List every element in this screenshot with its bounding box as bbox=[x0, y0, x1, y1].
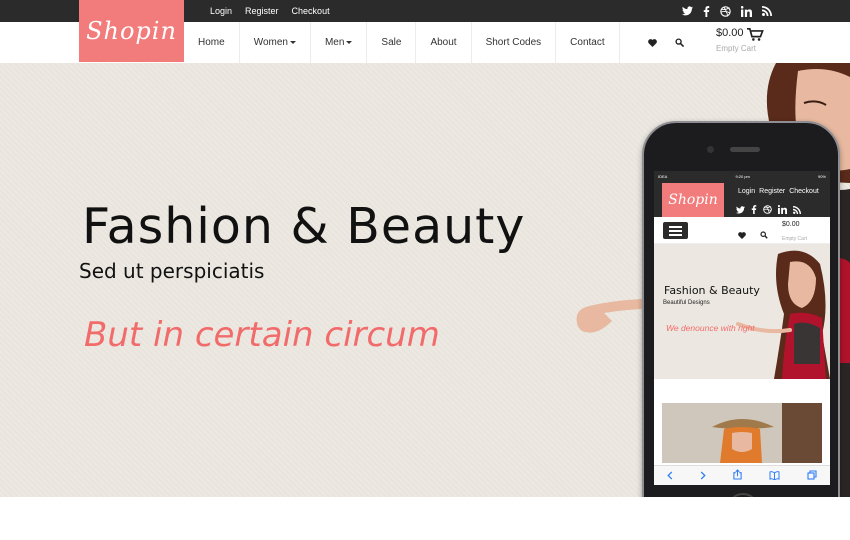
rss-icon[interactable] bbox=[762, 6, 772, 16]
nav-label: About bbox=[430, 37, 457, 48]
nav-item-sale[interactable]: Sale bbox=[367, 22, 417, 63]
nav-item-short-codes[interactable]: Short Codes bbox=[472, 22, 557, 63]
phone-browser-toolbar bbox=[654, 465, 830, 485]
dribbble-icon[interactable] bbox=[720, 5, 731, 17]
login-link[interactable]: Login bbox=[210, 6, 232, 16]
nav-item-women[interactable]: Women bbox=[240, 22, 311, 63]
phone-camera bbox=[707, 146, 714, 153]
phone-screen: IDEA 9:20 pm 90% Shopin Login Register C… bbox=[654, 171, 830, 485]
nav-item-about[interactable]: About bbox=[416, 22, 472, 63]
cart-icon[interactable] bbox=[747, 27, 764, 46]
linkedin-icon[interactable] bbox=[741, 5, 752, 17]
phone-cart-price[interactable]: $0.00 bbox=[782, 221, 800, 228]
register-link[interactable]: Register bbox=[245, 6, 279, 16]
nav-label: Home bbox=[198, 37, 225, 48]
bookmarks-icon[interactable] bbox=[769, 467, 780, 485]
phone-speaker bbox=[730, 147, 760, 152]
phone-logo-text: Shopin bbox=[668, 192, 718, 208]
caret-down-icon bbox=[289, 41, 296, 44]
heart-icon[interactable] bbox=[738, 226, 746, 244]
facebook-icon[interactable] bbox=[703, 5, 710, 17]
nav-tools bbox=[648, 22, 684, 63]
forward-icon[interactable] bbox=[700, 467, 706, 485]
main-nav: Home Women Men Sale About Short Codes Co… bbox=[184, 22, 620, 63]
phone-login-link[interactable]: Login bbox=[738, 188, 755, 195]
phone-cart-status: Empty Cart bbox=[782, 236, 808, 242]
phone-battery: 90% bbox=[817, 173, 826, 179]
back-icon[interactable] bbox=[667, 467, 673, 485]
search-icon[interactable] bbox=[760, 226, 768, 244]
social-links bbox=[682, 0, 772, 22]
nav-label: Sale bbox=[381, 37, 402, 48]
site-logo[interactable]: Shopin bbox=[79, 0, 184, 62]
hero-subtitle: Sed ut perspiciatis bbox=[79, 259, 265, 283]
tabs-icon[interactable] bbox=[807, 467, 817, 485]
phone-mockup: IDEA 9:20 pm 90% Shopin Login Register C… bbox=[642, 121, 840, 535]
phone-hero: Fashion & Beauty Beautiful Designs We de… bbox=[654, 244, 830, 379]
phone-nav-bar: $0.00 Empty Cart bbox=[654, 217, 830, 244]
nav-item-contact[interactable]: Contact bbox=[556, 22, 620, 63]
phone-time: 9:20 pm bbox=[735, 173, 750, 179]
nav-item-home[interactable]: Home bbox=[184, 22, 240, 63]
account-links: Login Register Checkout bbox=[210, 0, 330, 22]
phone-register-link[interactable]: Register bbox=[759, 188, 785, 195]
phone-hero-tagline: We denounce with right bbox=[666, 323, 755, 333]
nav-label: Women bbox=[253, 37, 288, 48]
hero-title: Fashion & Beauty bbox=[82, 198, 526, 255]
twitter-icon[interactable] bbox=[682, 6, 693, 16]
phone-top-bar: Shopin Login Register Checkout bbox=[654, 181, 830, 217]
phone-model-photo bbox=[736, 250, 830, 379]
phone-checkout-link[interactable]: Checkout bbox=[789, 188, 819, 195]
nav-label: Short Codes bbox=[485, 37, 542, 48]
phone-product-image[interactable] bbox=[662, 403, 822, 463]
heart-icon[interactable] bbox=[648, 34, 657, 52]
phone-hero-title: Fashion & Beauty bbox=[664, 284, 760, 297]
share-icon[interactable] bbox=[733, 467, 742, 485]
phone-hero-subtitle: Beautiful Designs bbox=[663, 300, 710, 306]
nav-label: Contact bbox=[570, 37, 605, 48]
hero-tagline: But in certain circum bbox=[84, 315, 440, 355]
phone-carrier: IDEA bbox=[658, 173, 668, 179]
nav-label: Men bbox=[324, 37, 345, 48]
phone-status-bar: IDEA 9:20 pm 90% bbox=[654, 171, 830, 181]
hamburger-menu-icon[interactable] bbox=[663, 222, 688, 239]
phone-logo[interactable]: Shopin bbox=[662, 183, 724, 217]
logo-text: Shopin bbox=[86, 17, 177, 45]
checkout-link[interactable]: Checkout bbox=[292, 6, 330, 16]
caret-down-icon bbox=[346, 41, 353, 44]
page-bottom bbox=[0, 497, 850, 540]
nav-item-men[interactable]: Men bbox=[311, 22, 368, 63]
phone-account-links: Login Register Checkout bbox=[738, 188, 819, 195]
search-icon[interactable] bbox=[675, 34, 684, 52]
